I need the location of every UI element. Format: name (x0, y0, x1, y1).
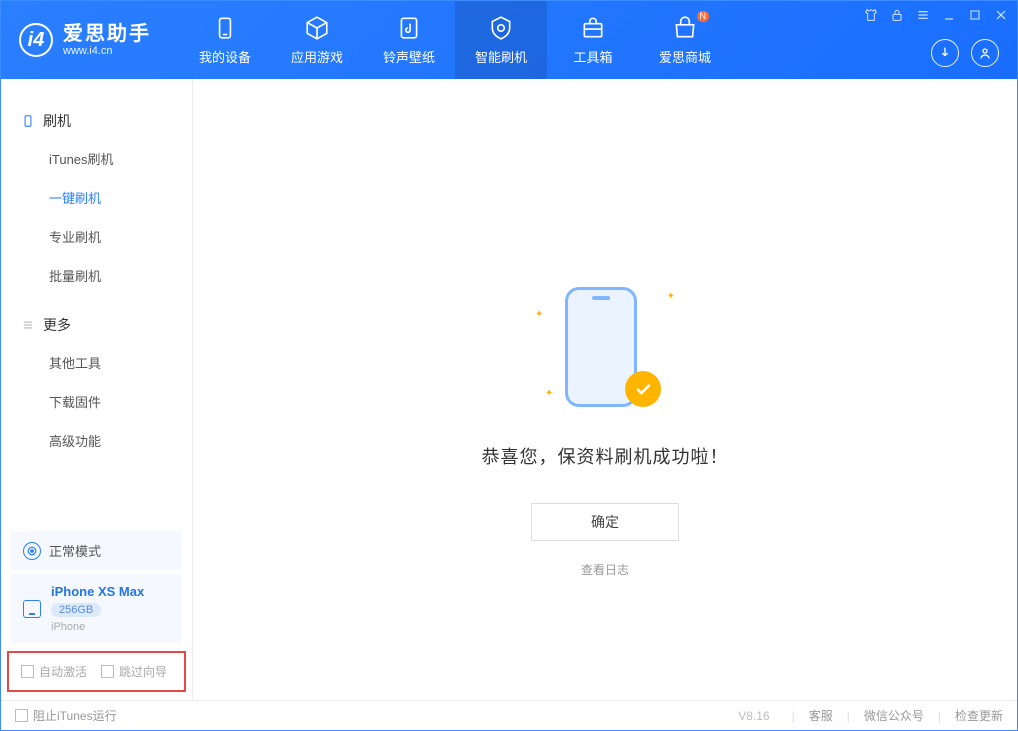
tab-apps-games[interactable]: 应用游戏 (271, 1, 363, 79)
header-right-buttons (931, 39, 999, 67)
sidebar-item-itunes-flash[interactable]: iTunes刷机 (1, 139, 192, 178)
checkbox-box-icon (101, 665, 114, 678)
sparkle-icon: ✦ (545, 388, 553, 399)
mode-label: 正常模式 (49, 541, 101, 560)
close-icon[interactable] (993, 7, 1009, 23)
tab-label: 智能刷机 (475, 47, 527, 66)
tab-store[interactable]: N 爱思商城 (639, 1, 731, 79)
sidebar-item-onekey-flash[interactable]: 一键刷机 (1, 178, 192, 217)
user-icon (977, 45, 993, 61)
separator: | (792, 709, 795, 723)
nav-tabs: 我的设备 应用游戏 铃声壁纸 智能刷机 工具箱 N 爱思商城 (179, 1, 731, 79)
device-info-inner: iPhone XS Max 256GB iPhone (51, 584, 144, 633)
mode-icon (23, 542, 41, 560)
options-row: 自动激活 跳过向导 (7, 651, 186, 692)
sidebar-item-download-fw[interactable]: 下载固件 (1, 382, 192, 421)
maximize-icon[interactable] (967, 7, 983, 23)
tab-label: 爱思商城 (659, 47, 711, 66)
main-content: ✦ ✦ ✦ 恭喜您，保资料刷机成功啦！ 确定 查看日志 (193, 79, 1017, 700)
tab-label: 我的设备 (199, 47, 251, 66)
app-title: 爱思助手 (63, 23, 151, 45)
logo-area: i4 爱思助手 www.i4.cn (1, 23, 169, 57)
sidebar-item-batch-flash[interactable]: 批量刷机 (1, 256, 192, 295)
phone-outline-icon (21, 114, 35, 128)
shirt-icon[interactable] (863, 7, 879, 23)
separator: | (847, 709, 850, 723)
footer-link-wechat[interactable]: 微信公众号 (864, 707, 924, 724)
checkbox-box-icon (21, 665, 34, 678)
logo-icon: i4 (19, 23, 53, 57)
device-capacity: 256GB (51, 603, 101, 617)
new-badge-icon: N (697, 11, 710, 22)
menu-icon[interactable] (915, 7, 931, 23)
app-subtitle: www.i4.cn (63, 45, 151, 57)
footer-link-support[interactable]: 客服 (809, 707, 833, 724)
list-icon (21, 318, 35, 332)
iphone-icon (23, 600, 41, 618)
store-icon (672, 15, 698, 41)
success-message: 恭喜您，保资料刷机成功啦！ (482, 443, 729, 469)
download-button[interactable] (931, 39, 959, 67)
sidebar-item-other-tools[interactable]: 其他工具 (1, 343, 192, 382)
version-label: V8.16 (738, 709, 769, 723)
separator: | (938, 709, 941, 723)
download-icon (937, 45, 953, 61)
lock-icon[interactable] (889, 7, 905, 23)
tab-label: 工具箱 (573, 47, 612, 66)
footer-bar: 阻止iTunes运行 V8.16 | 客服 | 微信公众号 | 检查更新 (1, 700, 1017, 730)
sidebar-bottom: 正常模式 iPhone XS Max 256GB iPhone 自动激活 跳过向… (1, 527, 192, 700)
group-title-text: 刷机 (43, 111, 71, 131)
refresh-shield-icon (488, 15, 514, 41)
footer-right: V8.16 | 客服 | 微信公众号 | 检查更新 (738, 707, 1003, 724)
toolbox-icon (580, 15, 606, 41)
checkbox-auto-activate[interactable]: 自动激活 (21, 663, 87, 680)
tab-my-device[interactable]: 我的设备 (179, 1, 271, 79)
checkmark-badge-icon (625, 371, 661, 407)
checkbox-block-itunes[interactable]: 阻止iTunes运行 (15, 707, 117, 724)
checkbox-label: 阻止iTunes运行 (33, 707, 117, 724)
tab-label: 铃声壁纸 (383, 47, 435, 66)
device-info-box[interactable]: iPhone XS Max 256GB iPhone (11, 574, 182, 643)
tab-ringtones-wallpapers[interactable]: 铃声壁纸 (363, 1, 455, 79)
footer-link-update[interactable]: 检查更新 (955, 707, 1003, 724)
tab-label: 应用游戏 (291, 47, 343, 66)
device-mode-box[interactable]: 正常模式 (11, 531, 182, 570)
sidebar-group-title: 刷机 (1, 103, 192, 139)
sparkle-icon: ✦ (667, 291, 675, 302)
tab-smart-flash[interactable]: 智能刷机 (455, 1, 547, 79)
ok-button[interactable]: 确定 (531, 503, 679, 541)
sidebar-item-pro-flash[interactable]: 专业刷机 (1, 217, 192, 256)
device-type: iPhone (51, 621, 144, 633)
sidebar-group-more: 更多 其他工具 下载固件 高级功能 (1, 301, 192, 466)
device-icon (212, 15, 238, 41)
sidebar-group-title: 更多 (1, 307, 192, 343)
success-illustration: ✦ ✦ ✦ (535, 279, 675, 429)
checkbox-box-icon (15, 709, 28, 722)
sidebar: 刷机 iTunes刷机 一键刷机 专业刷机 批量刷机 更多 其他工具 下载固件 … (1, 79, 193, 700)
group-title-text: 更多 (43, 315, 71, 335)
device-name: iPhone XS Max (51, 584, 144, 599)
sparkle-icon: ✦ (535, 309, 543, 320)
tab-toolbox[interactable]: 工具箱 (547, 1, 639, 79)
checkbox-label: 跳过向导 (119, 663, 167, 680)
music-file-icon (396, 15, 422, 41)
body-area: 刷机 iTunes刷机 一键刷机 专业刷机 批量刷机 更多 其他工具 下载固件 … (1, 79, 1017, 700)
window-controls (863, 7, 1009, 23)
minimize-icon[interactable] (941, 7, 957, 23)
sidebar-group-flash: 刷机 iTunes刷机 一键刷机 专业刷机 批量刷机 (1, 97, 192, 301)
checkbox-skip-guide[interactable]: 跳过向导 (101, 663, 167, 680)
checkbox-label: 自动激活 (39, 663, 87, 680)
cube-icon (304, 15, 330, 41)
app-header: i4 爱思助手 www.i4.cn 我的设备 应用游戏 铃声壁纸 智能刷机 工具… (1, 1, 1017, 79)
logo-text: 爱思助手 www.i4.cn (63, 23, 151, 57)
account-button[interactable] (971, 39, 999, 67)
view-log-link[interactable]: 查看日志 (581, 561, 629, 578)
sidebar-item-advanced[interactable]: 高级功能 (1, 421, 192, 460)
